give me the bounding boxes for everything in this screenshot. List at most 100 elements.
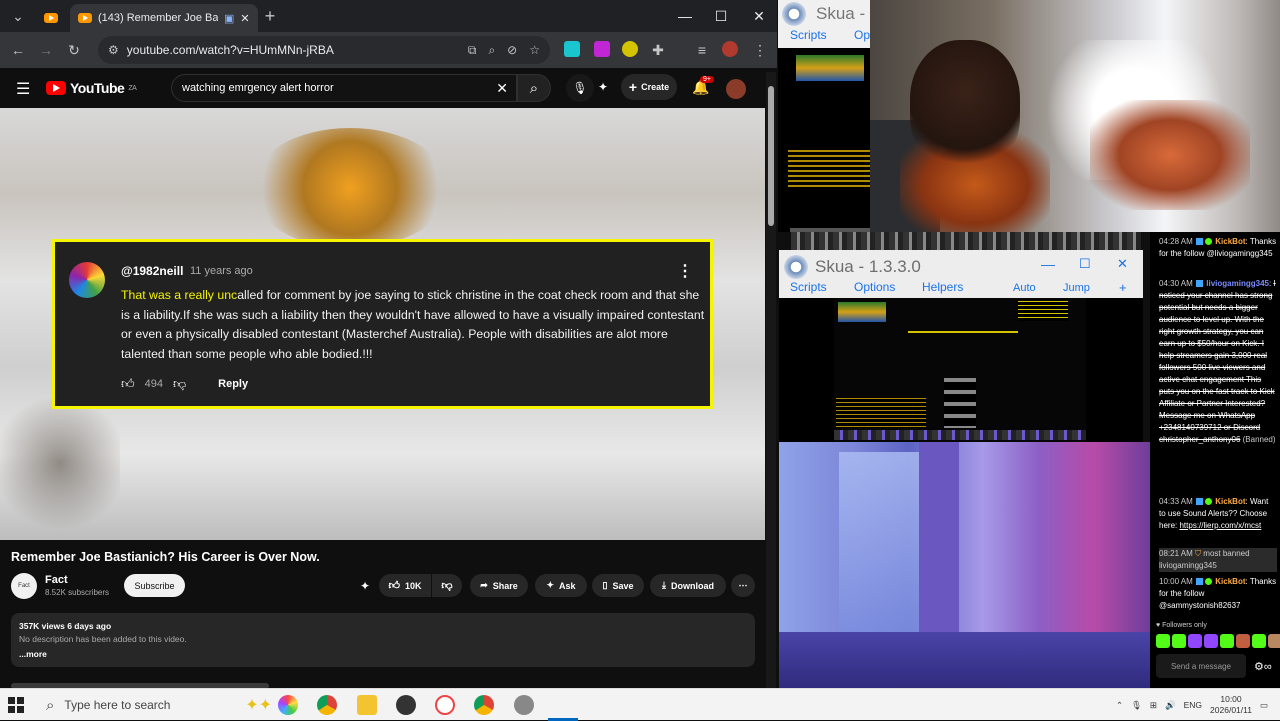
skua-menu-helpers[interactable]: Helpers bbox=[922, 280, 963, 294]
volume-icon[interactable]: 🔊 bbox=[1165, 700, 1176, 711]
download-button[interactable]: ⤓ Download bbox=[650, 574, 726, 597]
chat-message-input[interactable]: Send a message bbox=[1156, 654, 1246, 678]
dislike-button[interactable]: 👎︎ bbox=[432, 574, 462, 597]
microphone-icon[interactable]: 🎙 bbox=[1131, 700, 1142, 711]
account-avatar[interactable] bbox=[726, 79, 746, 99]
chrome-profile-icon[interactable] bbox=[474, 695, 494, 715]
notifications-icon[interactable]: ▭ bbox=[1260, 700, 1268, 711]
profile-avatar[interactable] bbox=[722, 41, 738, 57]
comment-avatar[interactable] bbox=[69, 262, 105, 298]
new-tab-button[interactable]: + bbox=[258, 4, 282, 28]
comment-handle[interactable]: @1982neill bbox=[121, 264, 183, 278]
channel-avatar[interactable]: Fact bbox=[11, 573, 37, 599]
browser-menu-icon[interactable]: ⋮ bbox=[748, 38, 772, 62]
voice-search-button[interactable]: 🎙 bbox=[566, 74, 594, 102]
eye-off-icon[interactable]: ⊘ bbox=[507, 43, 517, 58]
close-window-button[interactable]: ✕ bbox=[741, 0, 777, 32]
chat-settings-icon[interactable]: ⚙∞ bbox=[1254, 660, 1272, 673]
media-control-icon[interactable]: ≡ bbox=[690, 38, 714, 62]
chevron-up-icon[interactable]: ⌃ bbox=[1116, 700, 1123, 711]
emote-icon[interactable] bbox=[1156, 634, 1170, 648]
skua-menu-options[interactable]: Options bbox=[854, 280, 895, 294]
emote-icon[interactable] bbox=[1252, 634, 1266, 648]
extension-icon[interactable] bbox=[594, 41, 610, 57]
youtube-search-input[interactable]: watching emrgency alert horror ✕ bbox=[171, 74, 517, 102]
skua-close-button[interactable]: ✕ bbox=[1117, 256, 1128, 272]
extensions-puzzle-icon[interactable]: ✚ bbox=[646, 38, 670, 62]
search-button[interactable]: ⌕ bbox=[517, 74, 551, 102]
taskbar-search[interactable]: ⌕ Type here to search ✦✦ bbox=[36, 693, 272, 717]
skua-menu-add[interactable]: + bbox=[1119, 280, 1127, 295]
minimize-button[interactable]: — bbox=[667, 0, 703, 32]
network-icon[interactable]: ⊞ bbox=[1150, 700, 1157, 711]
forward-button[interactable]: → bbox=[34, 38, 58, 62]
create-button[interactable]: + Create bbox=[621, 74, 677, 100]
chat-username[interactable]: KickBot bbox=[1215, 497, 1245, 506]
back-button[interactable]: ← bbox=[6, 38, 30, 62]
skua-secondary-menu-options[interactable]: Op bbox=[854, 28, 870, 42]
share-button[interactable]: ➦ Share bbox=[470, 574, 528, 597]
thumbs-down-icon[interactable]: 👎︎ bbox=[173, 376, 186, 392]
skua-taskbar-icon[interactable] bbox=[514, 695, 534, 715]
obs-icon[interactable] bbox=[396, 695, 416, 715]
chrome-icon[interactable] bbox=[317, 695, 337, 715]
file-explorer-icon[interactable] bbox=[357, 695, 377, 715]
skua-menu-auto[interactable]: Auto bbox=[1013, 282, 1036, 294]
skua-menu-jump[interactable]: Jump bbox=[1063, 282, 1090, 294]
subscribe-button[interactable]: Subscribe bbox=[124, 574, 185, 597]
tab-close-icon[interactable]: ✕ bbox=[240, 12, 249, 25]
game-action-bar bbox=[791, 232, 1141, 250]
clock[interactable]: 10:00 2026/01/11 bbox=[1210, 694, 1252, 716]
language-indicator[interactable]: ENG bbox=[1184, 700, 1202, 710]
chat-username[interactable]: KickBot bbox=[1215, 577, 1245, 586]
emote-icon[interactable] bbox=[1204, 634, 1218, 648]
like-button[interactable]: 👍︎ 10K bbox=[379, 574, 431, 597]
youtube-logo[interactable]: YouTube ZA bbox=[46, 80, 137, 96]
video-description[interactable]: 357K views 6 days ago No description has… bbox=[11, 613, 755, 667]
chat-username[interactable]: liviogamingg345 bbox=[1206, 279, 1269, 288]
skua-maximize-button[interactable]: ☐ bbox=[1079, 256, 1091, 272]
tab-search-icon[interactable]: ⌄ bbox=[6, 4, 30, 28]
emote-icon[interactable] bbox=[1188, 634, 1202, 648]
extension-icon[interactable]: ✦ bbox=[598, 80, 608, 94]
emote-icon[interactable] bbox=[1268, 634, 1280, 648]
address-bar[interactable]: ⚙ youtube.com/watch?v=HUmMNn-jRBA ⧉ ⌕ ⊘ … bbox=[98, 36, 550, 64]
skua-menu-scripts[interactable]: Scripts bbox=[790, 280, 827, 294]
scrollbar-thumb[interactable] bbox=[768, 86, 774, 226]
page-scrollbar[interactable] bbox=[766, 72, 776, 688]
windows-start-icon[interactable] bbox=[8, 697, 24, 713]
tab-active[interactable]: (143) Remember Joe Bastia ▣ ✕ bbox=[70, 4, 258, 32]
copilot-icon[interactable] bbox=[278, 695, 298, 715]
save-button[interactable]: ▯ Save bbox=[592, 574, 644, 597]
emote-icon[interactable] bbox=[1236, 634, 1250, 648]
skua-minimize-button[interactable]: — bbox=[1041, 256, 1055, 272]
tab-inactive[interactable] bbox=[36, 4, 66, 32]
taskbar: ⌕ Type here to search ✦✦ ⌃ 🎙 ⊞ 🔊 ENG 10:… bbox=[0, 688, 1280, 721]
reply-button[interactable]: Reply bbox=[218, 378, 248, 390]
bookmark-star-icon[interactable]: ☆ bbox=[529, 43, 540, 58]
show-more-link[interactable]: ...more bbox=[19, 649, 747, 659]
ask-button[interactable]: ✦ Ask bbox=[535, 574, 587, 597]
app-icon[interactable] bbox=[435, 695, 455, 715]
more-actions-button[interactable]: ⋯ bbox=[731, 574, 755, 597]
extension-icon[interactable]: ✦ bbox=[360, 579, 370, 593]
comment-more-icon[interactable]: ⋮ bbox=[677, 261, 693, 281]
emote-icon[interactable] bbox=[1220, 634, 1234, 648]
thumbs-up-icon[interactable]: 👍︎ bbox=[121, 376, 135, 392]
clear-search-icon[interactable]: ✕ bbox=[496, 80, 516, 97]
hamburger-menu-icon[interactable]: ☰ bbox=[16, 79, 30, 99]
install-app-icon[interactable]: ⧉ bbox=[468, 43, 477, 58]
channel-name[interactable]: Fact bbox=[45, 574, 68, 586]
site-info-icon[interactable]: ⚙ bbox=[108, 43, 119, 57]
extension-icon[interactable] bbox=[564, 41, 580, 57]
game-viewport[interactable] bbox=[834, 298, 1086, 442]
reload-button[interactable]: ↻ bbox=[62, 38, 86, 62]
skua-secondary-menu-scripts[interactable]: Scripts bbox=[790, 28, 827, 42]
video-player[interactable]: @1982neill 11 years ago ⋮ That was a rea… bbox=[0, 108, 765, 540]
chat-username[interactable]: KickBot bbox=[1215, 237, 1245, 246]
maximize-button[interactable]: ☐ bbox=[703, 0, 739, 32]
chat-link[interactable]: https://lierp.com/x/mcst bbox=[1179, 521, 1261, 530]
emote-icon[interactable] bbox=[1172, 634, 1186, 648]
extension-icon[interactable] bbox=[622, 41, 638, 57]
zoom-icon[interactable]: ⌕ bbox=[488, 43, 495, 58]
